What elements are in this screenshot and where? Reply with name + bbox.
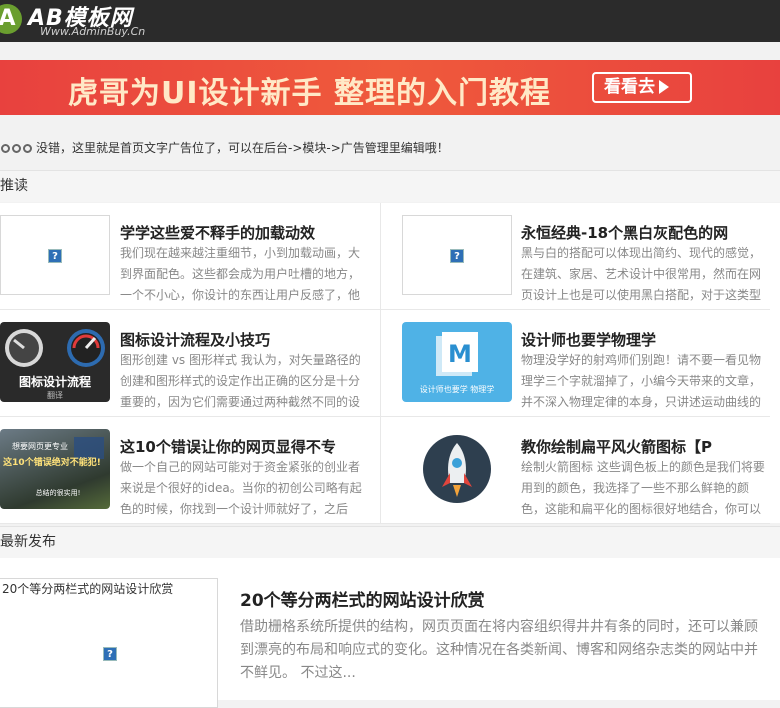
article-title[interactable]: 这10个错误让你的网页显得不专 <box>120 436 336 457</box>
logo-mark-icon[interactable]: A <box>0 4 22 34</box>
article-card[interactable]: 图标设计流程 翻译 图标设计流程及小技巧 图形创建 vs 图形样式 我认为，对矢… <box>0 310 390 417</box>
article-title[interactable]: 图标设计流程及小技巧 <box>120 329 270 350</box>
section-heading-text: 最新发布 <box>0 534 56 550</box>
thumb-title: 图标设计流程 <box>19 374 91 389</box>
recommend-grid: ? 学学这些爱不释手的加载动效 我们现在越来越注重细节，小到加载动画，大到界面配… <box>0 203 780 524</box>
text-ad-notice: 没错，这里就是首页文字广告位了，可以在后台->模块->广告管理里编辑哦！ <box>0 137 780 159</box>
thumb-line1: 想要网页更专业 <box>12 441 68 451</box>
article-card[interactable]: M 设计师也要学 物理学 设计师也要学物理学 物理没学好的射鸡师们别跑！请不要一… <box>380 310 770 417</box>
article-desc: 绘制火箭图标 这些调色板上的颜色是我们将要用到的颜色，我选择了一些不那么鲜艳的颜… <box>521 460 765 516</box>
article-card[interactable]: 教你绘制扁平风火箭图标【P 绘制火箭图标 这些调色板上的颜色是我们将要用到的颜色… <box>380 417 770 524</box>
latest-desc: 借助栅格系统所提供的结构，网页页面在将内容组织得井井有条的同时，还可以兼顾到漂亮… <box>240 619 758 681</box>
play-arrow-icon <box>659 80 669 94</box>
notice-text[interactable]: 没错，这里就是首页文字广告位了，可以在后台->模块->广告管理里编辑哦！ <box>36 141 449 155</box>
notice-dots-icon <box>0 137 36 159</box>
mistakes-banner-image: 想要网页更专业 这10个错误绝对不能犯! 总结的很实用! <box>3 437 104 497</box>
section-heading-text: 推读 <box>0 178 28 194</box>
article-card[interactable]: 想要网页更专业 这10个错误绝对不能犯! 总结的很实用! 这10个错误让你的网页… <box>0 417 390 524</box>
thumb-letter: M <box>448 340 472 368</box>
latest-title[interactable]: 20个等分两栏式的网站设计欣赏 <box>240 586 485 611</box>
article-thumbnail[interactable]: ? <box>0 215 110 295</box>
promo-banner[interactable]: 虎哥为UI设计新手 整理的入门教程 看看去 <box>0 60 780 115</box>
top-bar: A AB模板网 Www.AdminBuy.Cn <box>0 0 780 42</box>
thumb-line2: 这10个错误绝对不能犯! <box>3 456 101 468</box>
broken-image-icon: ? <box>103 647 117 661</box>
article-thumbnail[interactable] <box>402 429 512 509</box>
gauge-icons-image: 图标设计流程 翻译 <box>5 329 105 400</box>
article-title[interactable]: 教你绘制扁平风火箭图标【P <box>521 436 712 457</box>
broken-image-icon: ? <box>48 249 62 263</box>
article-card[interactable]: ? 学学这些爱不释手的加载动效 我们现在越来越注重细节，小到加载动画，大到界面配… <box>0 203 390 310</box>
article-title[interactable]: 学学这些爱不释手的加载动效 <box>120 222 315 243</box>
article-thumbnail[interactable]: ? <box>402 215 512 295</box>
logo-subtitle: Www.AdminBuy.Cn <box>40 25 146 38</box>
rocket-icon <box>423 435 491 503</box>
broken-image-icon: ? <box>450 249 464 263</box>
thumb-line3: 总结的很实用! <box>36 488 81 497</box>
thumb-caption: 设计师也要学 物理学 <box>420 384 495 394</box>
physics-book-image: M 设计师也要学 物理学 <box>420 332 495 394</box>
article-thumbnail[interactable]: 想要网页更专业 这10个错误绝对不能犯! 总结的很实用! <box>0 429 110 509</box>
thumbnail-alt-text: 20个等分两栏式的网站设计欣赏 <box>2 582 174 596</box>
section-heading-latest: 最新发布 <box>0 526 780 558</box>
article-title[interactable]: 设计师也要学物理学 <box>521 329 656 350</box>
article-desc: 黑与白的搭配可以体现出简约、现代的感觉，在建筑、家居、艺术设计中很常用，然而在网… <box>521 246 762 302</box>
article-thumbnail[interactable]: 图标设计流程 翻译 <box>0 322 110 402</box>
article-desc: 做一个自己的网站可能对于资金紧张的创业者来说是个很好的idea。当你的初创公司略… <box>120 460 362 516</box>
latest-thumbnail[interactable]: 20个等分两栏式的网站设计欣赏 ? <box>0 578 218 708</box>
article-desc: 图形创建 vs 图形样式 我认为，对矢量路径的创建和图形样式的设定作出正确的区分… <box>120 353 361 409</box>
article-card[interactable]: ? 永恒经典-18个黑白灰配色的网 黑与白的搭配可以体现出简约、现代的感觉，在建… <box>380 203 770 310</box>
thumb-subtitle: 翻译 <box>47 391 63 400</box>
article-desc: 我们现在越来越注重细节，小到加载动画，大到界面配色。这些都会成为用户吐槽的地方，… <box>120 246 361 302</box>
banner-cta-label: 看看去 <box>604 77 655 97</box>
article-desc: 物理没学好的射鸡师们别跑！请不要一看见物理学三个字就溜掉了，小编今天带来的文章，… <box>521 353 762 409</box>
banner-title: 虎哥为UI设计新手 整理的入门教程 <box>68 76 551 111</box>
banner-cta-button[interactable]: 看看去 <box>592 72 692 103</box>
latest-post: 20个等分两栏式的网站设计欣赏 ? 20个等分两栏式的网站设计欣赏 借助栅格系统… <box>0 558 780 708</box>
section-heading-recommend: 推读 <box>0 170 780 202</box>
article-thumbnail[interactable]: M 设计师也要学 物理学 <box>402 322 512 402</box>
article-title[interactable]: 永恒经典-18个黑白灰配色的网 <box>521 222 728 243</box>
